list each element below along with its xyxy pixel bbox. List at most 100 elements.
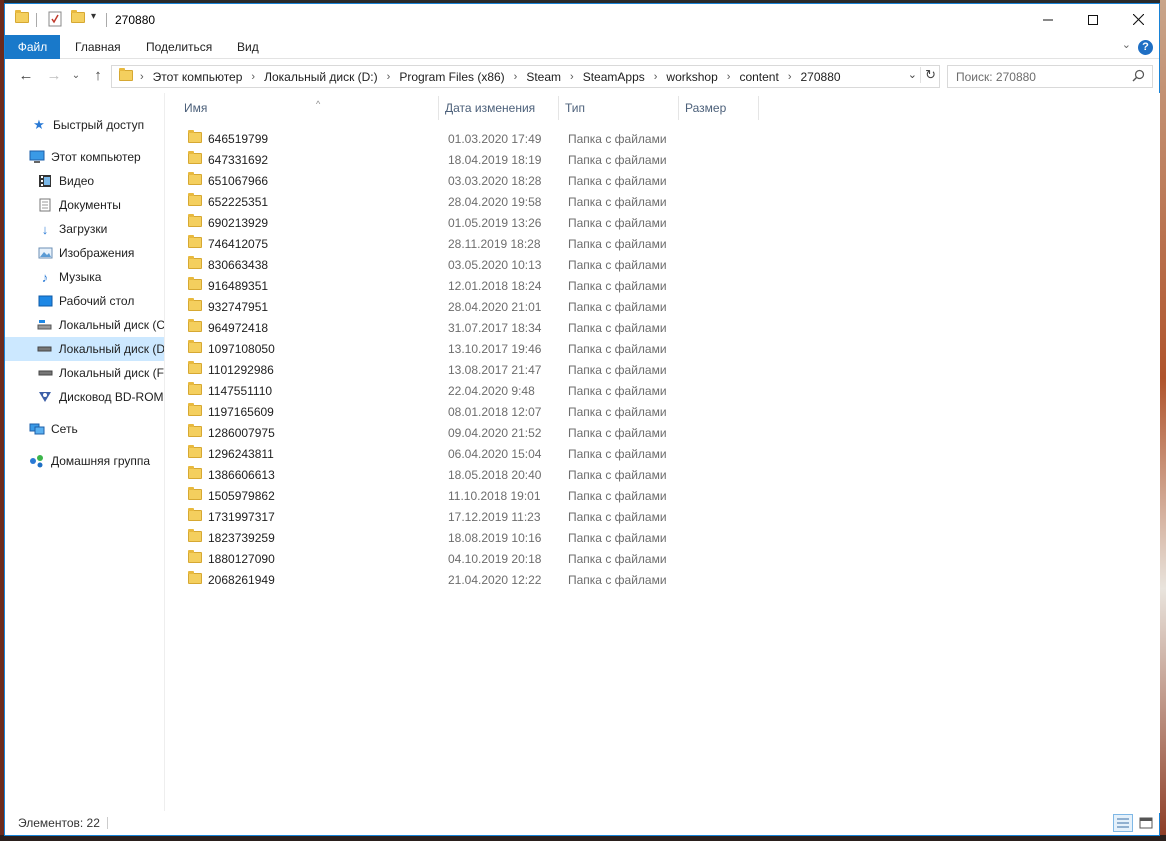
sidebar-item-label: Загрузки bbox=[59, 222, 108, 236]
file-name: 1880127090 bbox=[208, 552, 275, 566]
file-date: 06.04.2020 15:04 bbox=[448, 447, 542, 461]
maximize-button[interactable] bbox=[1070, 4, 1116, 35]
address-dropdown-icon[interactable]: ⌄ bbox=[908, 68, 917, 81]
table-row[interactable]: 646519799 01.03.2020 17:49 Папка с файлами bbox=[184, 128, 674, 149]
chevron-right-icon[interactable]: › bbox=[140, 71, 144, 83]
expand-ribbon-icon[interactable]: ⌄ bbox=[1122, 38, 1131, 51]
breadcrumb-content[interactable]: content bbox=[739, 70, 778, 84]
table-row[interactable]: 1386606613 18.05.2018 20:40 Папка с файлам… bbox=[184, 464, 674, 485]
table-row[interactable]: 830663438 03.05.2020 10:13 Папка с файлами bbox=[184, 254, 674, 275]
back-button[interactable]: ← bbox=[15, 65, 37, 87]
sidebar-item-downloads[interactable]: ↓ Загрузки bbox=[5, 217, 164, 241]
search-box[interactable]: Поиск: 270880 bbox=[947, 65, 1153, 88]
file-type: Папка с файлами bbox=[568, 237, 667, 251]
forward-button[interactable]: → bbox=[43, 65, 65, 87]
chevron-right-icon[interactable]: › bbox=[788, 71, 792, 83]
sidebar-item-desktop[interactable]: Рабочий стол bbox=[5, 289, 164, 313]
breadcrumb-steam[interactable]: Steam bbox=[526, 70, 561, 84]
table-row[interactable]: 1147551110 22.04.2020 9:48 Папка с файлами bbox=[184, 380, 674, 401]
breadcrumb-this-pc[interactable]: Этот компьютер bbox=[153, 70, 243, 84]
table-row[interactable]: 1101292986 13.08.2017 21:47 Папка с файлам… bbox=[184, 359, 674, 380]
status-bar: Элементов: 22 bbox=[5, 811, 1159, 835]
file-name: 916489351 bbox=[208, 279, 269, 293]
folder-icon bbox=[188, 151, 202, 167]
tab-share[interactable]: Поделиться bbox=[136, 35, 222, 59]
title-bar: ▾ 270880 bbox=[5, 4, 1159, 35]
up-button[interactable]: ↑ bbox=[87, 65, 109, 87]
table-row[interactable]: 1197165609 08.01.2018 12:07 Папка с файлам… bbox=[184, 401, 674, 422]
breadcrumb-workshop[interactable]: workshop bbox=[666, 70, 717, 84]
column-header-type[interactable]: Тип bbox=[559, 97, 677, 119]
breadcrumb-program-files[interactable]: Program Files (x86) bbox=[399, 70, 504, 84]
file-type: Папка с файлами bbox=[568, 279, 667, 293]
file-date: 22.04.2020 9:48 bbox=[448, 384, 535, 398]
column-header-size[interactable]: Размер bbox=[679, 97, 757, 119]
chevron-right-icon[interactable]: › bbox=[654, 71, 658, 83]
sidebar-item-music[interactable]: ♪ Музыка bbox=[5, 265, 164, 289]
table-row[interactable]: 1731997317 17.12.2019 11:23 Папка с файлам… bbox=[184, 506, 674, 527]
chevron-right-icon[interactable]: › bbox=[727, 71, 731, 83]
table-row[interactable]: 647331692 18.04.2019 18:19 Папка с файлами bbox=[184, 149, 674, 170]
sidebar-item-this-pc[interactable]: Этот компьютер bbox=[5, 145, 164, 169]
table-row[interactable]: 1097108050 13.10.2017 19:46 Папка с файлам… bbox=[184, 338, 674, 359]
file-name: 1097108050 bbox=[208, 342, 275, 356]
details-view-button[interactable] bbox=[1113, 814, 1133, 832]
sidebar-item-network[interactable]: Сеть bbox=[5, 417, 164, 441]
sidebar-item-video[interactable]: Видео bbox=[5, 169, 164, 193]
tab-file[interactable]: Файл bbox=[5, 35, 60, 59]
column-header-date[interactable]: Дата изменения bbox=[439, 97, 557, 119]
table-row[interactable]: 746412075 28.11.2019 18:28 Папка с файлами bbox=[184, 233, 674, 254]
customize-toolbar-icon[interactable]: ▾ bbox=[91, 11, 96, 27]
table-row[interactable]: 964972418 31.07.2017 18:34 Папка с файлами bbox=[184, 317, 674, 338]
help-icon[interactable]: ? bbox=[1138, 40, 1153, 55]
minimize-button[interactable] bbox=[1025, 4, 1071, 35]
breadcrumb-drive-d[interactable]: Локальный диск (D:) bbox=[264, 70, 378, 84]
file-type: Папка с файлами bbox=[568, 342, 667, 356]
sidebar-item-pictures[interactable]: Изображения bbox=[5, 241, 164, 265]
column-header-name[interactable]: Имя ^ bbox=[178, 97, 440, 119]
computer-icon bbox=[29, 149, 45, 165]
table-row[interactable]: 1505979862 11.10.2018 19:01 Папка с файлам… bbox=[184, 485, 674, 506]
table-row[interactable]: 916489351 12.01.2018 18:24 Папка с файлами bbox=[184, 275, 674, 296]
table-row[interactable]: 1296243811 06.04.2020 15:04 Папка с файлам… bbox=[184, 443, 674, 464]
table-row[interactable]: 651067966 03.03.2020 18:28 Папка с файлами bbox=[184, 170, 674, 191]
address-bar[interactable]: › Этот компьютер › Локальный диск (D:) ›… bbox=[111, 65, 940, 88]
tab-home[interactable]: Главная bbox=[65, 35, 131, 59]
search-input[interactable]: Поиск: 270880 bbox=[956, 70, 1036, 84]
sidebar-item-homegroup[interactable]: Домашняя группа bbox=[5, 449, 164, 473]
chevron-right-icon[interactable]: › bbox=[570, 71, 574, 83]
table-row[interactable]: 1823739259 18.08.2019 10:16 Папка с файлам… bbox=[184, 527, 674, 548]
large-icons-view-button[interactable] bbox=[1136, 814, 1156, 832]
search-icon[interactable] bbox=[1132, 69, 1145, 85]
table-row[interactable]: 2068261949 21.04.2020 12:22 Папка с файлам… bbox=[184, 569, 674, 590]
close-button[interactable] bbox=[1115, 4, 1161, 35]
breadcrumb-current[interactable]: 270880 bbox=[801, 70, 841, 84]
sidebar-item-quick-access[interactable]: ★ Быстрый доступ bbox=[5, 113, 164, 137]
desktop-icon bbox=[37, 293, 53, 309]
sidebar-item-label: Быстрый доступ bbox=[53, 118, 145, 132]
table-row[interactable]: 932747951 28.04.2020 21:01 Папка с файлами bbox=[184, 296, 674, 317]
refresh-icon[interactable]: ↻ bbox=[920, 67, 936, 83]
new-folder-icon[interactable] bbox=[71, 10, 85, 28]
recent-locations-button[interactable]: ⌄ bbox=[65, 65, 87, 87]
table-row[interactable]: 1880127090 04.10.2019 20:18 Папка с файлам… bbox=[184, 548, 674, 569]
sidebar-item-bd-rom[interactable]: Дисковод BD-ROM bbox=[5, 385, 164, 409]
properties-icon[interactable] bbox=[48, 11, 62, 27]
column-divider[interactable] bbox=[758, 96, 759, 120]
file-date: 21.04.2020 12:22 bbox=[448, 573, 542, 587]
desktop-background-right bbox=[1160, 0, 1166, 841]
file-name: 1386606613 bbox=[208, 468, 275, 482]
table-row[interactable]: 1286007975 09.04.2020 21:52 Папка с файлам… bbox=[184, 422, 674, 443]
chevron-right-icon[interactable]: › bbox=[251, 71, 255, 83]
chevron-right-icon[interactable]: › bbox=[387, 71, 391, 83]
table-row[interactable]: 690213929 01.05.2019 13:26 Папка с файлами bbox=[184, 212, 674, 233]
chevron-right-icon[interactable]: › bbox=[514, 71, 518, 83]
column-header-label: Имя bbox=[184, 101, 208, 115]
breadcrumb-steamapps[interactable]: SteamApps bbox=[583, 70, 645, 84]
sidebar-item-drive-c[interactable]: Локальный диск (C bbox=[5, 313, 164, 337]
sidebar-item-drive-f[interactable]: Локальный диск (F bbox=[5, 361, 164, 385]
sidebar-item-drive-d[interactable]: Локальный диск (D bbox=[5, 337, 164, 361]
table-row[interactable]: 652225351 28.04.2020 19:58 Папка с файлами bbox=[184, 191, 674, 212]
tab-view[interactable]: Вид bbox=[227, 35, 269, 59]
sidebar-item-documents[interactable]: Документы bbox=[5, 193, 164, 217]
